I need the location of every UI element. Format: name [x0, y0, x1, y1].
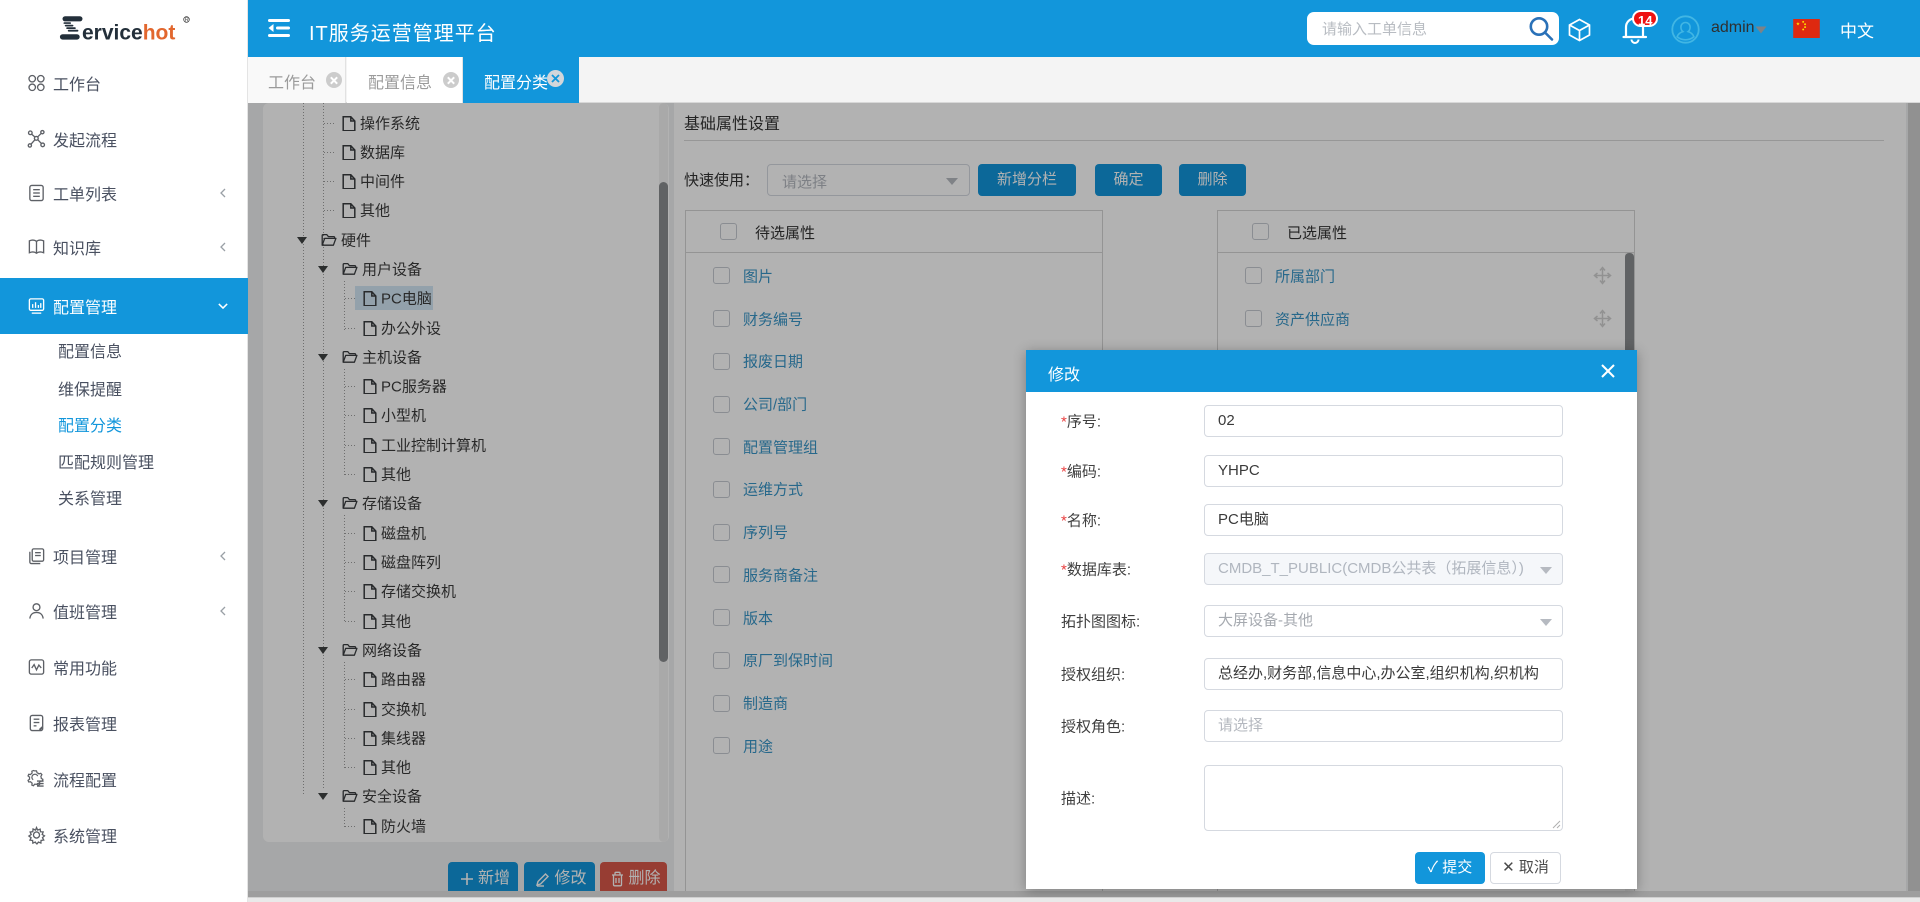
svg-text:ervicehot: ervicehot [82, 22, 175, 45]
svg-text:R: R [185, 18, 189, 24]
